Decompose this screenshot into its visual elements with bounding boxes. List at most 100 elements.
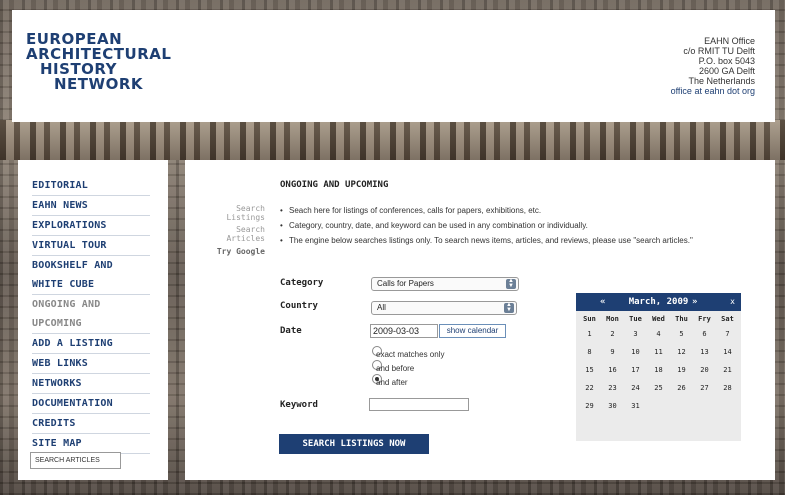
calendar-day[interactable]: 11 <box>647 343 670 361</box>
calendar-next-month-button[interactable]: » <box>692 293 697 311</box>
radio-label: and before <box>376 364 415 373</box>
nav-item-eahn-news[interactable]: EAHN NEWS <box>32 196 150 216</box>
page-title: ONGOING AND UPCOMING <box>280 180 389 190</box>
nav-item-bookshelf[interactable]: BOOKSHELF AND WHITE CUBE <box>32 256 150 295</box>
select-arrows-icon: ▲ ▼ <box>506 278 516 289</box>
calendar-day[interactable]: 28 <box>716 379 739 397</box>
nav-item-credits[interactable]: CREDITS <box>32 414 150 434</box>
search-listings-link[interactable]: Search Listings <box>203 204 265 222</box>
nav-item-web-links[interactable]: WEB LINKS <box>32 354 150 374</box>
calendar-weekday-row: Sun Mon Tue Wed Thu Fry Sat <box>578 313 739 325</box>
calendar-week-row: 1 2 3 4 5 6 7 <box>578 325 739 343</box>
calendar-day[interactable]: 1 <box>578 325 601 343</box>
category-select[interactable]: Calls for Papers ▲ ▼ <box>371 277 519 291</box>
calendar-day[interactable]: 26 <box>670 379 693 397</box>
calendar-day[interactable]: 7 <box>716 325 739 343</box>
country-select-value: All <box>377 303 386 312</box>
calendar-day[interactable]: 24 <box>624 379 647 397</box>
calendar-day[interactable]: 9 <box>601 343 624 361</box>
date-input[interactable]: 2009-03-03 <box>370 324 438 338</box>
category-select-value: Calls for Papers <box>377 279 434 288</box>
nav-item-documentation[interactable]: DOCUMENTATION <box>32 394 150 414</box>
calendar-day[interactable]: 4 <box>647 325 670 343</box>
calendar-day[interactable]: 27 <box>693 379 716 397</box>
calendar-popup: March, 2009 « » x Sun Mon Tue Wed Thu Fr… <box>576 293 741 441</box>
keyword-input[interactable] <box>369 398 469 411</box>
calendar-day <box>647 397 670 415</box>
address-line: The Netherlands <box>688 76 755 86</box>
date-label: Date <box>280 326 302 336</box>
calendar-day[interactable]: 17 <box>624 361 647 379</box>
calendar-day[interactable]: 22 <box>578 379 601 397</box>
calendar-day[interactable]: 14 <box>716 343 739 361</box>
country-select[interactable]: All ▲ ▼ <box>371 301 517 315</box>
office-address: EAHN Office c/o RMIT TU Delft P.O. box 5… <box>671 36 755 96</box>
calendar-day[interactable]: 23 <box>601 379 624 397</box>
calendar-day[interactable]: 16 <box>601 361 624 379</box>
calendar-day[interactable]: 21 <box>716 361 739 379</box>
weekday-header: Fry <box>698 315 711 323</box>
logo-line-4: NETWORK <box>54 75 144 93</box>
calendar-day[interactable]: 19 <box>670 361 693 379</box>
nav-item-editorial[interactable]: EDITORIAL <box>32 176 150 196</box>
instructions-list: Seach here for listings of conferences, … <box>280 205 750 246</box>
weekday-header: Wed <box>652 315 665 323</box>
calendar-close-button[interactable]: x <box>730 293 735 311</box>
calendar-day[interactable]: 31 <box>624 397 647 415</box>
calendar-day[interactable]: 3 <box>624 325 647 343</box>
calendar-week-row: 15 16 17 18 19 20 21 <box>578 361 739 379</box>
calendar-day[interactable]: 6 <box>693 325 716 343</box>
calendar-week-row: 29 30 31 <box>578 397 739 415</box>
category-label: Category <box>280 278 324 288</box>
search-listings-button[interactable]: SEARCH LISTINGS NOW <box>279 434 429 454</box>
instruction-item: Seach here for listings of conferences, … <box>280 205 750 216</box>
calendar-day <box>716 397 739 415</box>
select-arrows-icon: ▲ ▼ <box>504 302 514 313</box>
nav-item-ongoing-upcoming[interactable]: ONGOING AND UPCOMING <box>32 295 150 334</box>
main-content: Search Listings Search Articles Try Goog… <box>185 160 775 480</box>
try-google-link[interactable]: Try Google <box>203 247 265 256</box>
nav-item-networks[interactable]: NETWORKS <box>32 374 150 394</box>
nav-item-site-map[interactable]: SITE MAP <box>32 434 150 454</box>
nav-item-add-listing[interactable]: ADD A LISTING <box>32 334 150 354</box>
address-line: P.O. box 5043 <box>698 56 755 66</box>
calendar-header: March, 2009 « » x <box>576 293 741 311</box>
calendar-day[interactable]: 2 <box>601 325 624 343</box>
search-articles-link[interactable]: Search Articles <box>203 225 265 243</box>
address-line: EAHN Office <box>704 36 755 46</box>
header-photo-band <box>0 120 785 160</box>
instruction-item: The engine below searches listings only.… <box>280 235 750 246</box>
calendar-day[interactable]: 15 <box>578 361 601 379</box>
search-articles-input[interactable]: SEARCH ARTICLES <box>30 452 121 469</box>
country-label: Country <box>280 301 318 311</box>
calendar-day <box>670 397 693 415</box>
weekday-header: Sun <box>583 315 596 323</box>
site-logo[interactable]: EUROPEAN ARCHITECTURAL HISTORY NETWORK <box>26 32 171 92</box>
calendar-day[interactable]: 29 <box>578 397 601 415</box>
calendar-day[interactable]: 12 <box>670 343 693 361</box>
calendar-prev-month-button[interactable]: « <box>600 293 605 311</box>
calendar-day[interactable]: 25 <box>647 379 670 397</box>
calendar-day[interactable]: 13 <box>693 343 716 361</box>
radio-label: exact matches only <box>376 350 445 359</box>
address-line: 2600 GA Delft <box>698 66 755 76</box>
calendar-day <box>693 397 716 415</box>
calendar-day[interactable]: 5 <box>670 325 693 343</box>
nav-item-explorations[interactable]: EXPLORATIONS <box>32 216 150 236</box>
nav-item-virtual-tour[interactable]: VIRTUAL TOUR <box>32 236 150 256</box>
search-type-links: Search Listings Search Articles Try Goog… <box>203 204 265 259</box>
weekday-header: Thu <box>675 315 688 323</box>
calendar-week-row: 22 23 24 25 26 27 28 <box>578 379 739 397</box>
show-calendar-button[interactable]: show calendar <box>439 324 506 338</box>
sidebar-nav: EDITORIAL EAHN NEWS EXPLORATIONS VIRTUAL… <box>32 176 150 454</box>
calendar-day[interactable]: 20 <box>693 361 716 379</box>
calendar-day[interactable]: 18 <box>647 361 670 379</box>
weekday-header: Mon <box>606 315 619 323</box>
calendar-day[interactable]: 8 <box>578 343 601 361</box>
weekday-header: Sat <box>721 315 734 323</box>
office-email-link[interactable]: office at eahn dot org <box>671 86 755 96</box>
instruction-item: Category, country, date, and keyword can… <box>280 220 750 231</box>
weekday-header: Tue <box>629 315 642 323</box>
calendar-day[interactable]: 30 <box>601 397 624 415</box>
calendar-day[interactable]: 10 <box>624 343 647 361</box>
